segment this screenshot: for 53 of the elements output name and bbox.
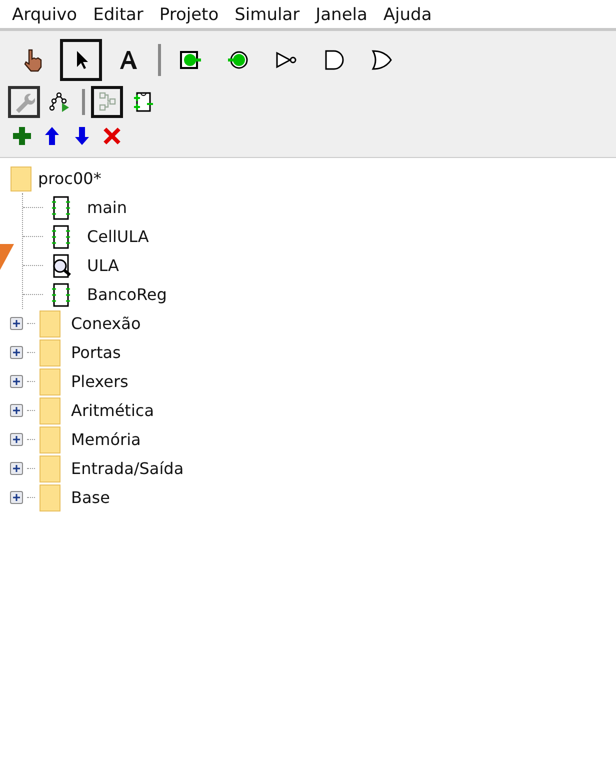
expand-toggle[interactable]: [10, 346, 23, 359]
library-name[interactable]: Conexão: [71, 314, 141, 333]
project-button[interactable]: [42, 126, 62, 146]
menu-item[interactable]: Editar: [93, 4, 144, 26]
folder-icon: [39, 396, 61, 424]
project-button[interactable]: [102, 126, 122, 146]
circuit-name[interactable]: CellULA: [87, 227, 149, 246]
folder-icon: [39, 310, 61, 338]
project-button[interactable]: [72, 126, 92, 146]
menu-item[interactable]: Janela: [316, 4, 368, 26]
menu-item[interactable]: Projeto: [159, 4, 219, 26]
circuit-name[interactable]: ULA: [87, 256, 119, 275]
menu-item[interactable]: Simular: [234, 4, 300, 26]
plus-icon: [11, 492, 22, 503]
project-name[interactable]: proc00*: [38, 169, 102, 188]
expand-toggle[interactable]: [10, 462, 23, 475]
view-button[interactable]: [91, 86, 123, 118]
menu-item[interactable]: Arquivo: [12, 4, 78, 26]
folder-icon: [10, 166, 32, 192]
menu-item[interactable]: Ajuda: [383, 4, 432, 26]
folder-icon: [39, 338, 61, 366]
library-name[interactable]: Entrada/Saída: [71, 459, 184, 478]
tree-play-icon: [49, 91, 71, 113]
delete-icon: [102, 126, 122, 146]
folder-icon: [39, 484, 61, 512]
plus-icon: [11, 463, 22, 474]
project-button[interactable]: [12, 126, 32, 146]
expand-toggle[interactable]: [10, 433, 23, 446]
down-arrow-icon: [72, 126, 92, 146]
expand-toggle[interactable]: [10, 317, 23, 330]
expand-toggle[interactable]: [10, 375, 23, 388]
circuit-name[interactable]: main: [87, 198, 127, 217]
library-name[interactable]: Aritmética: [71, 401, 154, 420]
library-name[interactable]: Plexers: [71, 372, 128, 391]
up-arrow-icon: [42, 126, 62, 146]
library-name[interactable]: Memória: [71, 430, 141, 449]
subcircuit-icon: [132, 91, 154, 113]
library-name[interactable]: Portas: [71, 343, 121, 362]
expand-toggle[interactable]: [10, 404, 23, 417]
expand-toggle[interactable]: [10, 491, 23, 504]
tool-button[interactable]: [60, 39, 102, 81]
circuit-name[interactable]: BancoReg: [87, 285, 167, 304]
folder-icon: [39, 454, 61, 482]
plus-icon: [11, 405, 22, 416]
folder-icon: [39, 368, 61, 396]
folder-icon: [39, 426, 61, 454]
library-name[interactable]: Base: [71, 488, 110, 507]
plus-icon: [12, 126, 32, 146]
corner-marker-icon: [0, 244, 14, 270]
plus-icon: [11, 318, 22, 329]
plus-icon: [11, 376, 22, 387]
plus-icon: [11, 347, 22, 358]
plus-icon: [11, 434, 22, 445]
